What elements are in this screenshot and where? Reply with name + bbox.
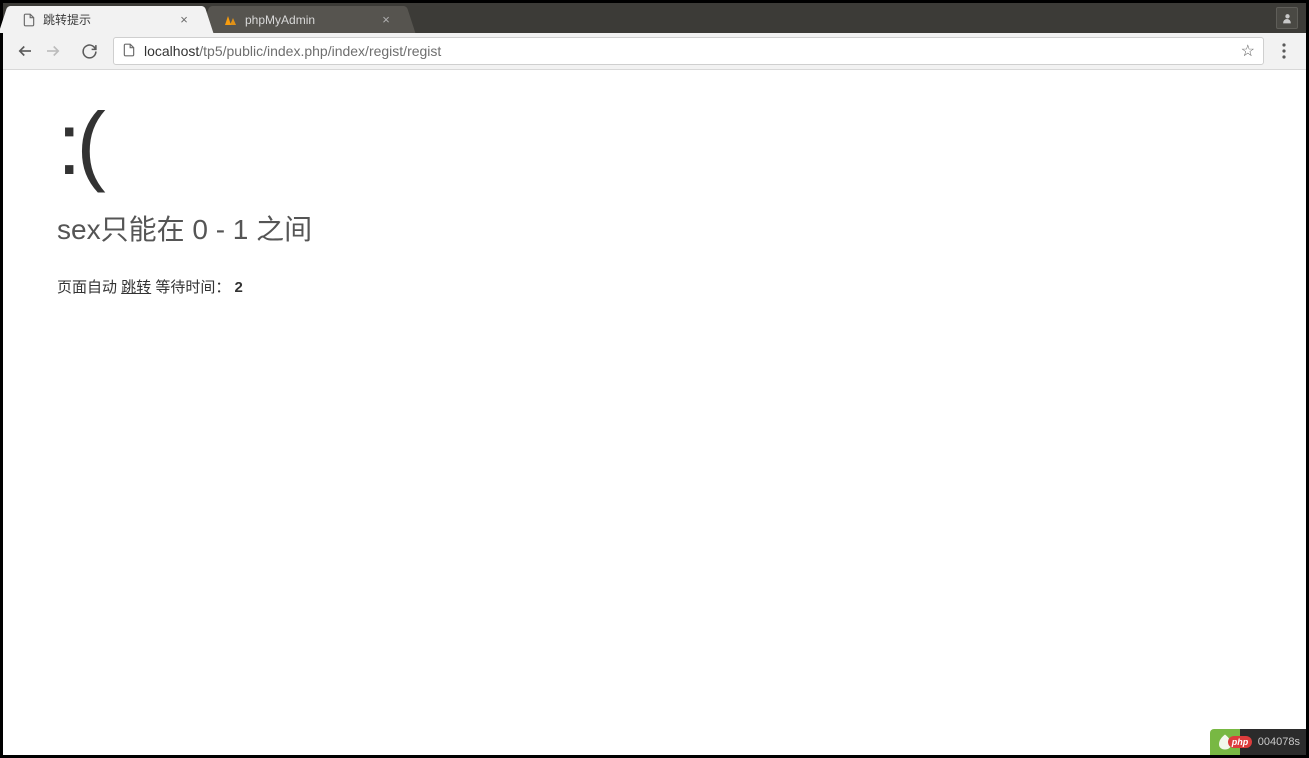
browser-toolbar: localhost/tp5/public/index.php/index/reg… (3, 33, 1306, 70)
tab-title: 跳转提示 (43, 11, 171, 28)
reload-button[interactable] (75, 37, 103, 65)
bookmark-star-icon[interactable]: ☆ (1241, 41, 1255, 61)
browser-tab-inactive[interactable]: phpMyAdmin × (213, 6, 403, 33)
browser-menu-button[interactable] (1270, 37, 1298, 65)
watermark-text: php 004078s (1240, 729, 1306, 755)
close-icon[interactable]: × (379, 13, 393, 27)
tab-title: phpMyAdmin (245, 13, 373, 27)
browser-tab-active[interactable]: 跳转提示 × (11, 6, 201, 33)
user-profile-button[interactable] (1276, 7, 1298, 29)
redirect-wait-label: 等待时间： (151, 279, 234, 296)
redirect-prefix: 页面自动 (57, 279, 121, 296)
sad-face-icon: :( (57, 100, 1252, 188)
url-path: /tp5/public/index.php/index/regist/regis… (199, 43, 441, 59)
redirect-info: 页面自动 跳转 等待时间： 2 (57, 276, 1252, 297)
php-badge: php (1228, 736, 1253, 748)
phpmyadmin-icon (223, 12, 239, 28)
browser-tab-bar: 跳转提示 × phpMyAdmin × (3, 3, 1306, 33)
close-icon[interactable]: × (177, 13, 191, 27)
back-button[interactable] (11, 37, 39, 65)
timing-label: 004078s (1258, 736, 1300, 748)
watermark-badge: php 004078s (1210, 729, 1306, 755)
document-icon (21, 12, 37, 28)
error-message: sex只能在 0 - 1 之间 (57, 208, 1252, 248)
redirect-link[interactable]: 跳转 (121, 279, 151, 296)
address-bar[interactable]: localhost/tp5/public/index.php/index/reg… (113, 37, 1264, 65)
site-info-icon[interactable] (122, 43, 136, 60)
forward-button[interactable] (39, 37, 67, 65)
page-content: :( sex只能在 0 - 1 之间 页面自动 跳转 等待时间： 2 php 0… (3, 70, 1306, 755)
url-host: localhost (144, 43, 199, 59)
redirect-countdown: 2 (235, 279, 243, 296)
